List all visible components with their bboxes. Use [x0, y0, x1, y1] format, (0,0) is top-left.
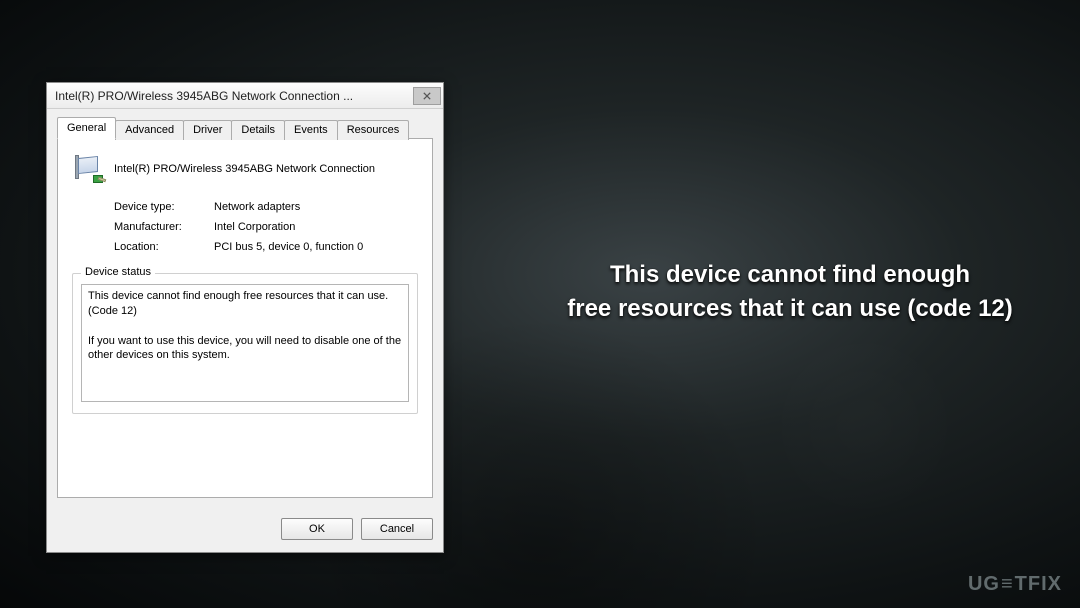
tabstrip: General Advanced Driver Details Events R…	[57, 117, 433, 139]
manufacturer-label: Manufacturer:	[114, 221, 214, 233]
caption-line-1: This device cannot find enough	[520, 258, 1060, 292]
watermark-logo: UG≡TFIX	[968, 573, 1062, 596]
titlebar[interactable]: Intel(R) PRO/Wireless 3945ABG Network Co…	[47, 83, 443, 109]
tab-driver[interactable]: Driver	[183, 120, 232, 140]
tab-page-general: Intel(R) PRO/Wireless 3945ABG Network Co…	[57, 138, 433, 498]
dialog-client-area: General Advanced Driver Details Events R…	[47, 109, 443, 508]
tab-advanced[interactable]: Advanced	[115, 120, 184, 140]
device-header: Intel(R) PRO/Wireless 3945ABG Network Co…	[72, 153, 418, 185]
tab-events[interactable]: Events	[284, 120, 338, 140]
overlay-caption: This device cannot find enough free reso…	[520, 258, 1060, 325]
device-status-text[interactable]	[81, 284, 409, 402]
caption-line-2: free resources that it can use (code 12)	[520, 292, 1060, 326]
device-name: Intel(R) PRO/Wireless 3945ABG Network Co…	[114, 163, 375, 175]
device-properties-dialog: Intel(R) PRO/Wireless 3945ABG Network Co…	[46, 82, 444, 553]
tab-details[interactable]: Details	[231, 120, 285, 140]
device-type-value: Network adapters	[214, 201, 418, 213]
cancel-button[interactable]: Cancel	[361, 518, 433, 540]
tab-resources[interactable]: Resources	[337, 120, 410, 140]
device-status-group: Device status	[72, 273, 418, 414]
device-status-legend: Device status	[81, 266, 155, 278]
device-type-label: Device type:	[114, 201, 214, 213]
location-label: Location:	[114, 241, 214, 253]
ok-button[interactable]: OK	[281, 518, 353, 540]
tab-general[interactable]: General	[57, 117, 116, 139]
watermark-right: TFIX	[1015, 573, 1062, 596]
close-button[interactable]	[413, 87, 441, 105]
dialog-button-row: OK Cancel	[47, 508, 443, 552]
watermark-left: UG	[968, 573, 1000, 596]
location-value: PCI bus 5, device 0, function 0	[214, 241, 418, 253]
device-info-grid: Device type: Network adapters Manufactur…	[114, 201, 418, 253]
manufacturer-value: Intel Corporation	[214, 221, 418, 233]
window-title: Intel(R) PRO/Wireless 3945ABG Network Co…	[55, 89, 413, 103]
close-icon	[423, 92, 431, 100]
network-adapter-icon	[72, 153, 104, 185]
watermark-brace: ≡	[1001, 573, 1014, 596]
